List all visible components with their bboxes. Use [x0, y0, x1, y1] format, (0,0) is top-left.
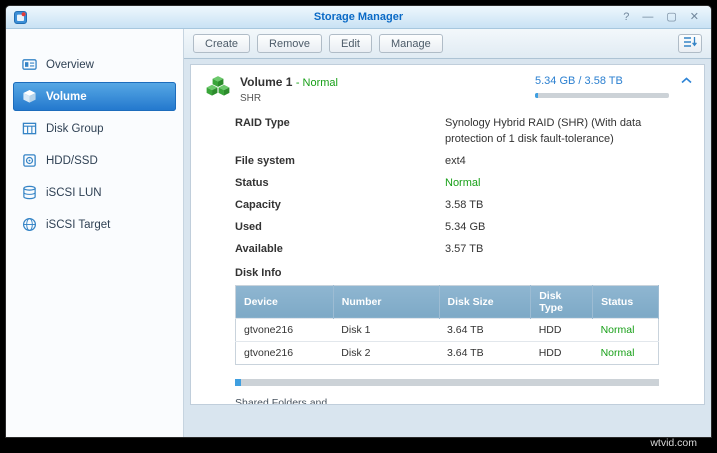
- window-title: Storage Manager: [313, 11, 404, 23]
- volume-raid-type: SHR: [240, 93, 262, 104]
- manage-button[interactable]: Manage: [378, 34, 443, 53]
- hdd-icon: [22, 153, 37, 168]
- sidebar-item-iscsi-target[interactable]: iSCSI Target: [13, 210, 176, 239]
- detail-row: Status Normal: [235, 176, 692, 192]
- col-disk-size: Disk Size: [439, 285, 532, 319]
- detail-row: RAID Type Synology Hybrid RAID (SHR) (Wi…: [235, 117, 642, 145]
- content-area: Volume 1 - Normal SHR 5.34 GB / 3.58 TB: [184, 59, 711, 437]
- iscsi-lun-icon: [22, 185, 37, 200]
- stat-shared-folders: Shared Folders and System Use 5.3GB: [235, 396, 361, 404]
- list-view-button[interactable]: [678, 34, 702, 53]
- stat-lun: LUN (Regular File) 0Bytes: [375, 396, 501, 404]
- maximize-button[interactable]: ▢: [666, 11, 676, 23]
- sidebar-item-label: iSCSI Target: [46, 218, 111, 231]
- sidebar-item-label: iSCSI LUN: [46, 186, 102, 199]
- stat-available: Available 3.6TB: [515, 396, 641, 404]
- status-value: Normal: [445, 176, 481, 189]
- sidebar-item-label: Overview: [46, 58, 94, 71]
- sidebar-item-hdd-ssd[interactable]: HDD/SSD: [13, 146, 176, 175]
- usage-stats: Shared Folders and System Use 5.3GB LUN …: [235, 396, 692, 404]
- volume-icon: [22, 89, 37, 104]
- volume-usage-bar: [535, 93, 669, 98]
- iscsi-target-icon: [22, 217, 37, 232]
- sidebar-item-disk-group[interactable]: Disk Group: [13, 114, 176, 143]
- help-button[interactable]: ?: [623, 11, 629, 23]
- volume-cubes-icon: [205, 75, 231, 101]
- table-row[interactable]: gtvone216 Disk 1 3.64 TB HDD Normal: [235, 317, 659, 342]
- detail-row: Available 3.57 TB: [235, 242, 484, 255]
- storage-manager-app-icon: [14, 10, 27, 24]
- title-bar: Storage Manager ? — ▢ ✕: [6, 6, 711, 29]
- volume-name: Volume 1: [240, 75, 293, 89]
- watermark: wtvid.com: [650, 437, 697, 449]
- table-row[interactable]: gtvone216 Disk 2 3.64 TB HDD Normal: [235, 340, 659, 365]
- list-sort-icon: [683, 35, 697, 53]
- minimize-button[interactable]: —: [642, 11, 653, 23]
- volume-status: - Normal: [295, 77, 338, 89]
- disk-info-title: Disk Info: [235, 266, 282, 279]
- disk-group-icon: [22, 121, 37, 136]
- detail-row: Capacity 3.58 TB: [235, 198, 484, 211]
- col-device: Device: [235, 285, 334, 319]
- disk-info-table: Device Number Disk Size Disk Type Status…: [235, 284, 659, 365]
- sidebar: Overview Volume Disk Group HDD/SSD iSCSI…: [6, 29, 184, 437]
- detail-row: Used 5.34 GB: [235, 220, 486, 233]
- storage-manager-window: Storage Manager ? — ▢ ✕ Overview Volume: [6, 6, 711, 437]
- volume-header: Volume 1 - Normal SHR 5.34 GB / 3.58 TB: [205, 75, 692, 104]
- edit-button[interactable]: Edit: [329, 34, 372, 53]
- volume-usage-text: 5.34 GB / 3.58 TB: [535, 75, 623, 87]
- sidebar-item-label: HDD/SSD: [46, 154, 98, 167]
- toolbar: Create Remove Edit Manage: [184, 29, 711, 59]
- col-status: Status: [592, 285, 659, 319]
- create-button[interactable]: Create: [193, 34, 251, 53]
- detail-row: File system ext4: [235, 154, 466, 167]
- sidebar-item-iscsi-lun[interactable]: iSCSI LUN: [13, 178, 176, 207]
- volume-details: RAID Type Synology Hybrid RAID (SHR) (Wi…: [235, 116, 692, 258]
- overview-icon: [22, 57, 37, 72]
- capacity-usage-bar: [235, 378, 659, 386]
- chevron-up-icon[interactable]: [681, 77, 692, 84]
- table-header-row: Device Number Disk Size Disk Type Status: [235, 285, 659, 319]
- sidebar-item-overview[interactable]: Overview: [13, 50, 176, 79]
- close-button[interactable]: ✕: [690, 11, 699, 23]
- sidebar-item-volume[interactable]: Volume: [13, 82, 176, 111]
- col-disk-type: Disk Type: [530, 285, 594, 319]
- col-number: Number: [333, 285, 440, 319]
- remove-button[interactable]: Remove: [257, 34, 322, 53]
- sidebar-item-label: Disk Group: [46, 122, 104, 135]
- volume-panel: Volume 1 - Normal SHR 5.34 GB / 3.58 TB: [190, 64, 705, 405]
- sidebar-item-label: Volume: [46, 90, 87, 103]
